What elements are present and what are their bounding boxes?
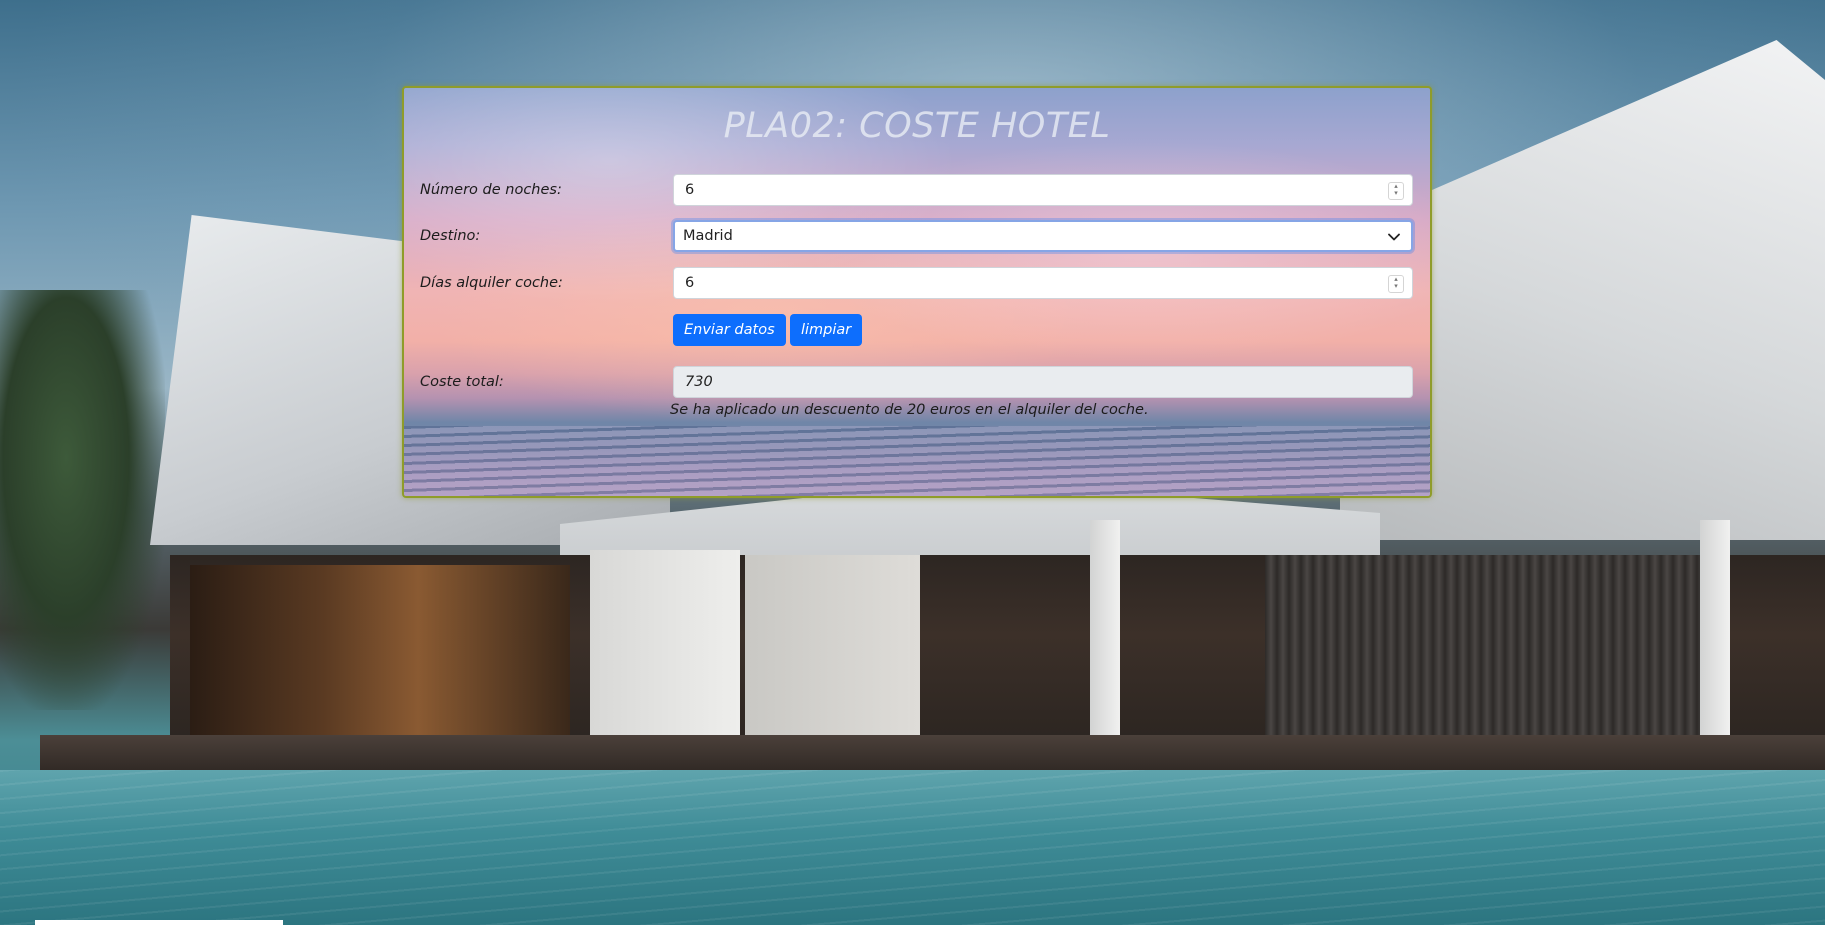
background-pillar [1700,520,1730,760]
background-tree [0,290,165,710]
bottom-bar [35,920,283,925]
destination-label: Destino: [420,228,481,244]
discount-note: Se ha aplicado un descuento de 20 euros … [670,402,1149,418]
car-days-row: Días alquiler coche: 6 ▴ ▾ [420,267,1420,301]
background-house-wall [590,550,740,750]
background-pillar [1090,520,1120,760]
destination-value: Madrid [683,228,733,244]
car-days-label: Días alquiler coche: [420,275,563,291]
background-house-curtains [1265,555,1715,745]
total-output: 730 [673,366,1413,398]
number-spinner-icon[interactable]: ▴ ▾ [1388,275,1404,293]
clear-button[interactable]: limpiar [790,314,863,346]
background-house-wall [745,555,920,750]
number-spinner-icon[interactable]: ▴ ▾ [1388,182,1404,200]
background-pool [0,770,1825,925]
nights-input[interactable]: 6 ▴ ▾ [673,174,1413,206]
background-deck [40,735,1825,775]
hotel-cost-form: PLA02: COSTE HOTEL Número de noches: 6 ▴… [402,86,1432,498]
page: PLA02: COSTE HOTEL Número de noches: 6 ▴… [0,0,1825,925]
total-value: 730 [685,374,713,390]
destination-row: Destino: Madrid [420,220,1420,254]
background-house-window [190,565,570,740]
destination-select[interactable]: Madrid [673,220,1413,252]
buttons-row: Enviar datos limpiar [420,314,1420,348]
car-days-input[interactable]: 6 ▴ ▾ [673,267,1413,299]
page-title: PLA02: COSTE HOTEL [723,106,1111,146]
card-background-sea [404,426,1430,496]
submit-button[interactable]: Enviar datos [673,314,786,346]
car-days-value: 6 [685,275,695,291]
chevron-down-icon [1388,233,1400,241]
total-label: Coste total: [420,374,504,390]
total-row: Coste total: 730 [420,366,1420,400]
nights-label: Número de noches: [420,182,562,198]
nights-row: Número de noches: 6 ▴ ▾ [420,174,1420,208]
nights-value: 6 [685,182,695,198]
